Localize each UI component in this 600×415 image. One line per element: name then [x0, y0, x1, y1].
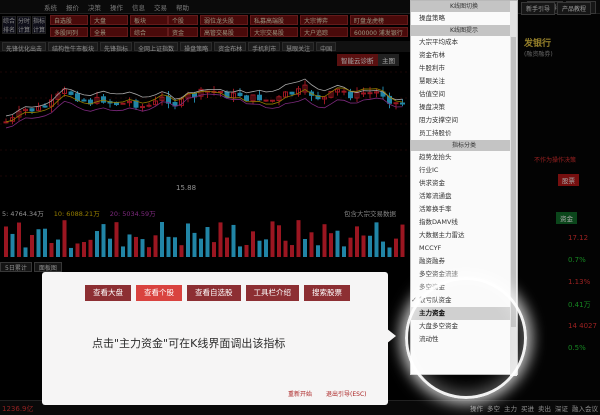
- guide-tabs: 查看大盘 查看个股 查看自选股 工具栏介绍 搜索股票: [85, 285, 350, 301]
- dialog-pointer-arrow: [386, 328, 396, 344]
- menu-group-1: 操盘策略: [411, 12, 517, 25]
- menu-item[interactable]: 大宗平均成本: [411, 36, 517, 49]
- menu-item[interactable]: 行业IC: [411, 164, 517, 177]
- menu-item[interactable]: 操盘策略: [411, 12, 517, 25]
- menu-item[interactable]: 阻力支撑空间: [411, 114, 517, 127]
- menu-header-kline-switch: K线图切换: [411, 1, 517, 12]
- menu-item[interactable]: 趋势龙抬头: [411, 151, 517, 164]
- menu-item[interactable]: 员工持股价: [411, 127, 517, 140]
- menu-item[interactable]: 牛股利市: [411, 62, 517, 75]
- menu-item[interactable]: MCCYF: [411, 242, 517, 255]
- menu-item[interactable]: 大数据主力雷达: [411, 229, 517, 242]
- highlight-spotlight: [405, 277, 527, 399]
- guide-dialog: 查看大盘 查看个股 查看自选股 工具栏介绍 搜索股票 点击"主力资金"可在K线界面调出该…: [42, 272, 388, 405]
- guide-tab[interactable]: 搜索股票: [304, 285, 350, 301]
- guide-tab[interactable]: 查看个股: [136, 285, 182, 301]
- menu-group-2: 大宗平均成本 资金布林 牛股利市 慧眼关注 估值空间 操盘决策 阻力支撑空间 员工持股价: [411, 36, 517, 140]
- guide-tab[interactable]: 工具栏介绍: [245, 285, 299, 301]
- menu-item[interactable]: 活筹换手率: [411, 203, 517, 216]
- menu-scroll-thumb[interactable]: [511, 37, 516, 327]
- menu-header-indicator-category: 指标分类: [411, 140, 517, 151]
- menu-item[interactable]: 估值空间: [411, 88, 517, 101]
- guide-message: 点击"主力资金"可在K线界面调出该指标: [92, 337, 286, 350]
- guide-tab[interactable]: 查看大盘: [85, 285, 131, 301]
- guide-footer: 重新开始 退出引导(ESC): [288, 389, 367, 398]
- menu-item[interactable]: 融资融券: [411, 255, 517, 268]
- menu-header-kline-hint: K线图提示: [411, 25, 517, 36]
- restart-guide-link[interactable]: 重新开始: [288, 389, 312, 398]
- guide-tab[interactable]: 查看自选股: [187, 285, 241, 301]
- menu-item[interactable]: 指数DAMV线: [411, 216, 517, 229]
- menu-item[interactable]: 资金布林: [411, 49, 517, 62]
- menu-item[interactable]: 供求资金: [411, 177, 517, 190]
- exit-guide-link[interactable]: 退出引导(ESC): [326, 389, 366, 398]
- menu-item[interactable]: 慧眼关注: [411, 75, 517, 88]
- menu-item[interactable]: 活筹流通盘: [411, 190, 517, 203]
- menu-item[interactable]: 操盘决策: [411, 101, 517, 114]
